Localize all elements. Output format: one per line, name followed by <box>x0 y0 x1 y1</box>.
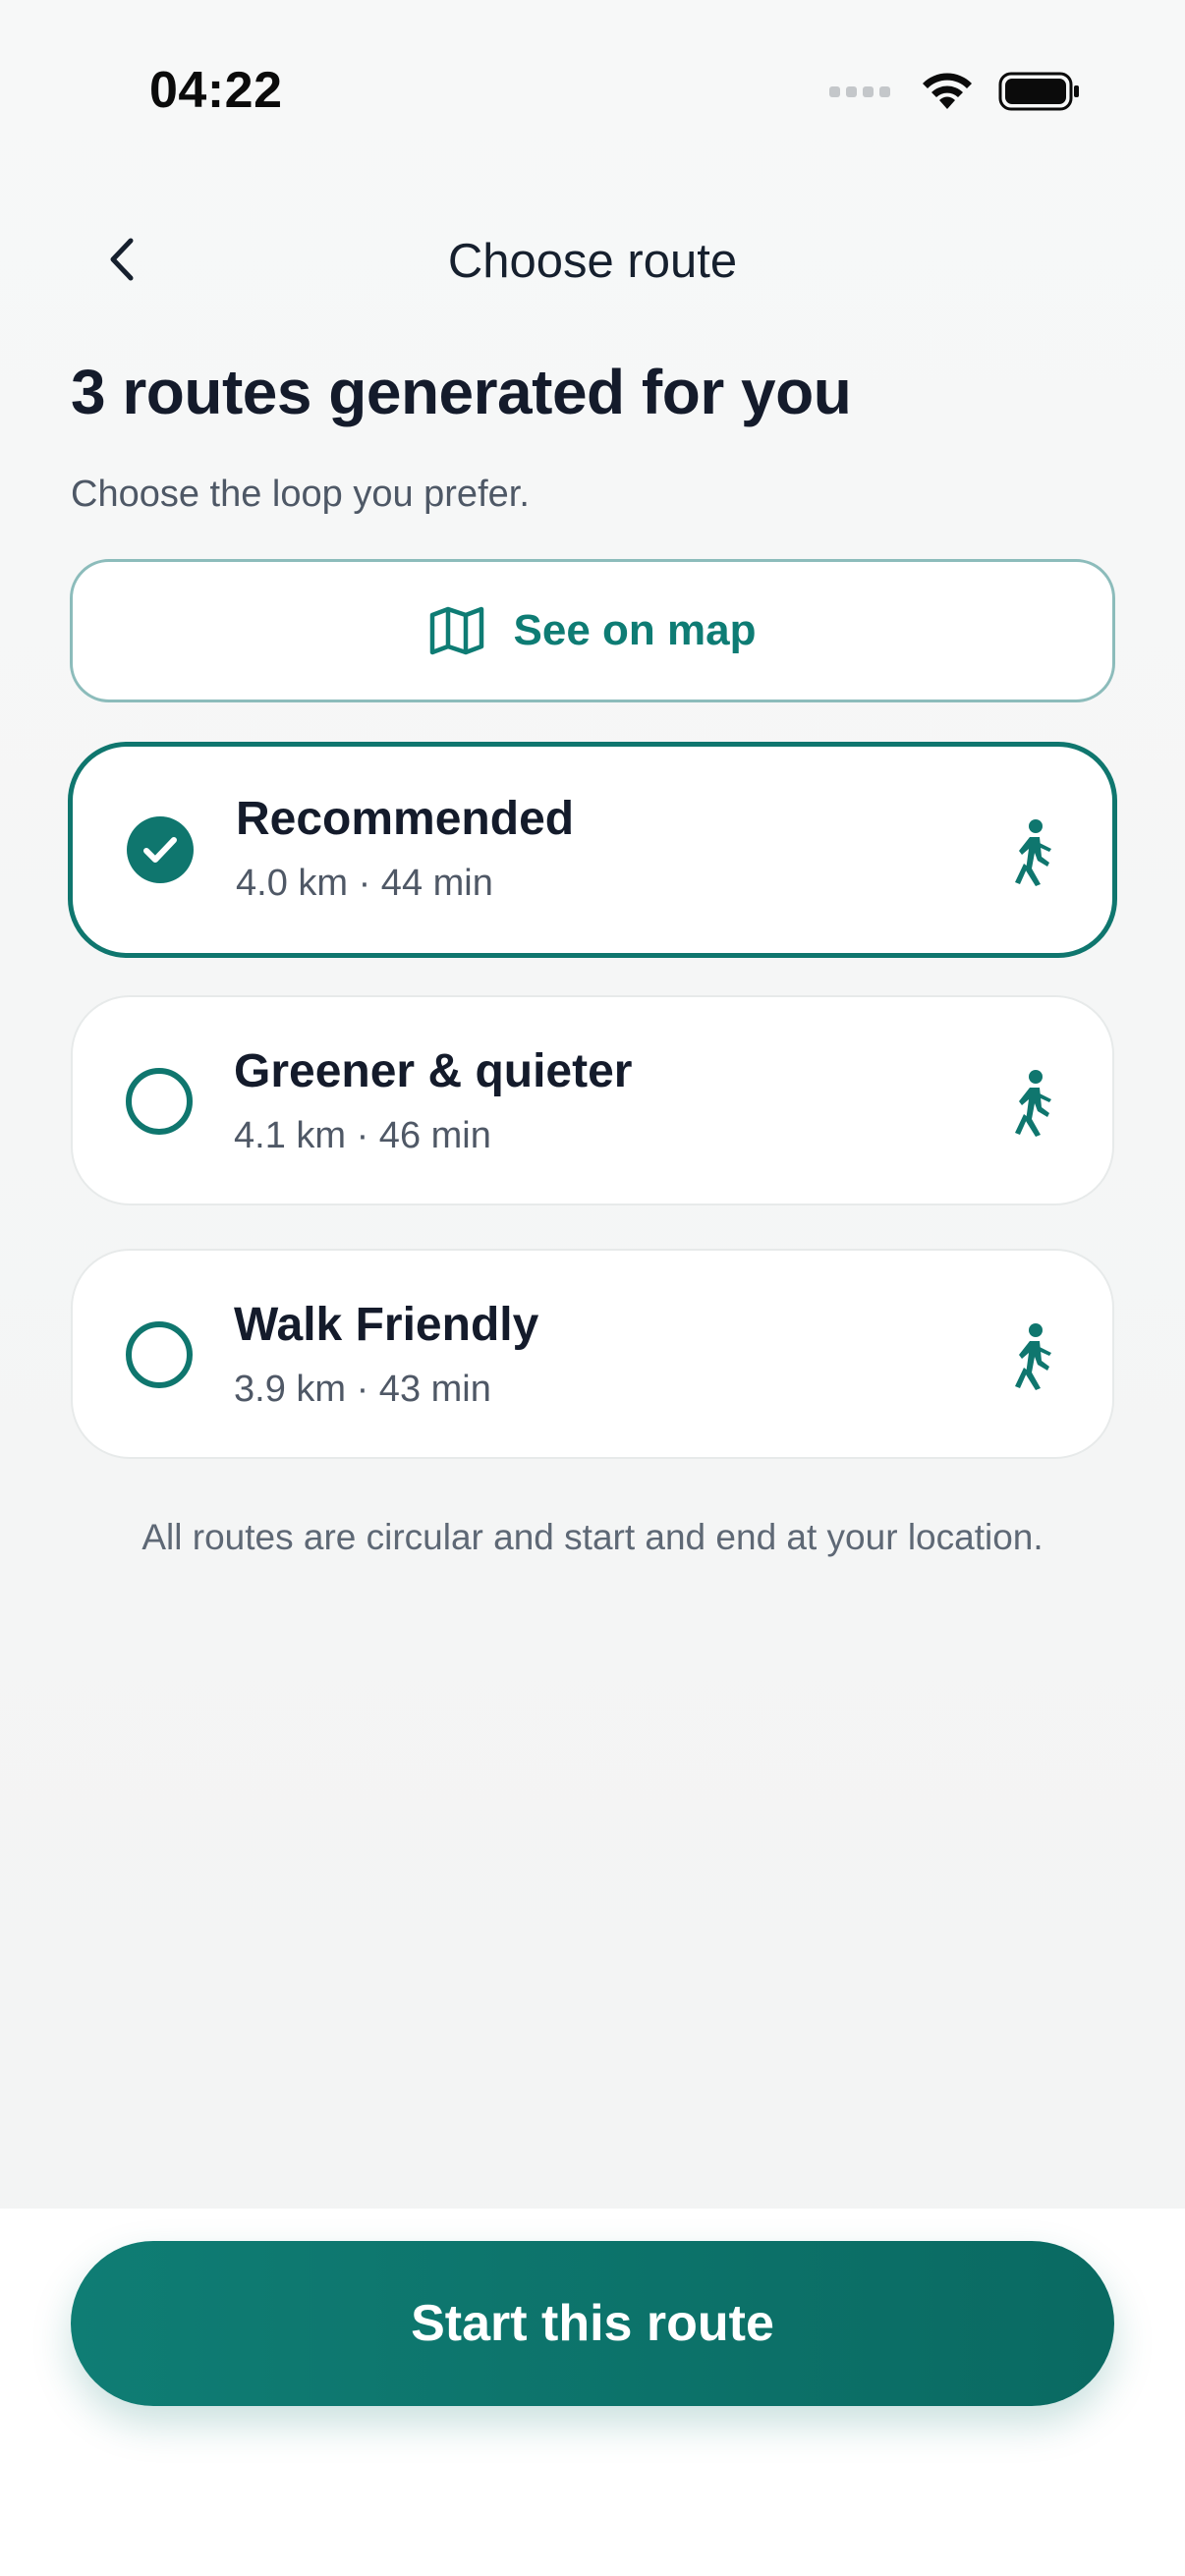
route-name: Recommended <box>236 793 575 845</box>
route-option-walk-friendly[interactable]: Walk Friendly 3.9 km · 43 min <box>71 1249 1114 1459</box>
checkmark-icon <box>143 837 177 863</box>
start-route-button[interactable]: Start this route <box>71 2241 1114 2406</box>
route-option-recommended[interactable]: Recommended 4.0 km · 44 min <box>68 742 1117 958</box>
route-distance-time: 4.1 km · 46 min <box>234 1115 491 1156</box>
page-title: Choose route <box>447 235 738 288</box>
see-on-map-button[interactable]: See on map <box>70 559 1115 702</box>
routes-footnote: All routes are circular and start and en… <box>141 1517 1044 1557</box>
start-route-label: Start this route <box>411 2295 774 2352</box>
radio-unselected[interactable] <box>126 1321 193 1388</box>
routes-heading: 3 routes generated for you <box>71 357 852 427</box>
route-option-greener-quieter[interactable]: Greener & quieter 4.1 km · 46 min <box>71 995 1114 1205</box>
see-on-map-label: See on map <box>513 606 757 654</box>
status-icons <box>829 71 1081 112</box>
walking-icon <box>1015 1323 1051 1390</box>
status-time: 04:22 <box>149 62 283 119</box>
map-icon <box>429 606 483 655</box>
radio-selected[interactable] <box>127 816 194 883</box>
battery-icon <box>998 72 1079 111</box>
route-name: Walk Friendly <box>234 1299 539 1351</box>
routes-subtitle: Choose the loop you prefer. <box>71 474 530 515</box>
route-name: Greener & quieter <box>234 1045 633 1097</box>
walking-icon <box>1015 1070 1051 1137</box>
choose-route-screen: 04:22 Choose route 3 routes generated fo… <box>0 0 1185 2576</box>
walking-icon <box>1015 819 1051 886</box>
radio-unselected[interactable] <box>126 1068 193 1135</box>
wifi-icon <box>923 73 972 109</box>
cellular-signal-icon <box>829 85 890 97</box>
route-distance-time: 4.0 km · 44 min <box>236 863 493 904</box>
route-distance-time: 3.9 km · 43 min <box>234 1369 491 1410</box>
